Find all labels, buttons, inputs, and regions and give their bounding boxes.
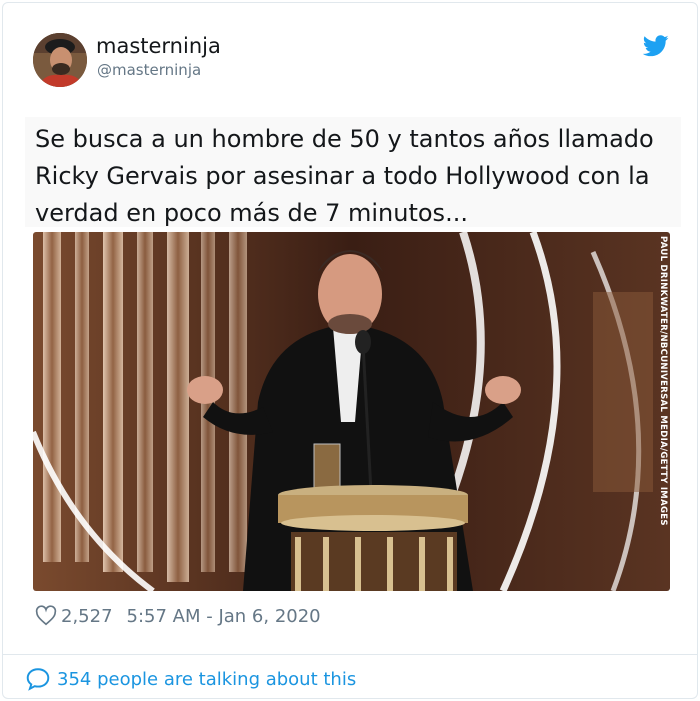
tweet-text: Se busca a un hombre de 50 y tantos años… <box>25 117 681 227</box>
divider <box>3 654 697 655</box>
conversation-text: 354 people are talking about this <box>57 668 357 690</box>
tweet-header: masterninja @masterninja <box>3 3 697 103</box>
tweet-meta: 2,527 5:57 AM - Jan 6, 2020 <box>35 602 321 630</box>
author-display-name[interactable]: masterninja <box>96 34 221 58</box>
avatar-photo <box>33 33 87 87</box>
tweet-card: masterninja @masterninja Se busca a un h… <box>2 2 698 699</box>
speech-bubble-icon <box>26 668 50 691</box>
like-count: 2,527 <box>61 605 113 627</box>
conversation-link[interactable]: 354 people are talking about this <box>25 663 356 695</box>
stage-speaker-image <box>33 232 670 591</box>
twitter-bird-icon[interactable] <box>643 35 669 57</box>
tweet-timestamp[interactable]: 5:57 AM - Jan 6, 2020 <box>127 606 321 627</box>
avatar[interactable] <box>33 33 87 87</box>
like-button[interactable]: 2,527 <box>35 605 127 627</box>
author-handle[interactable]: @masterninja <box>97 61 201 79</box>
tweet-photo[interactable]: PAUL DRINKWATER/NBCUNIVERSAL MEDIA/GETTY… <box>33 232 670 591</box>
heart-outline-icon <box>35 605 57 626</box>
photo-credit: PAUL DRINKWATER/NBCUNIVERSAL MEDIA/GETTY… <box>658 236 668 526</box>
